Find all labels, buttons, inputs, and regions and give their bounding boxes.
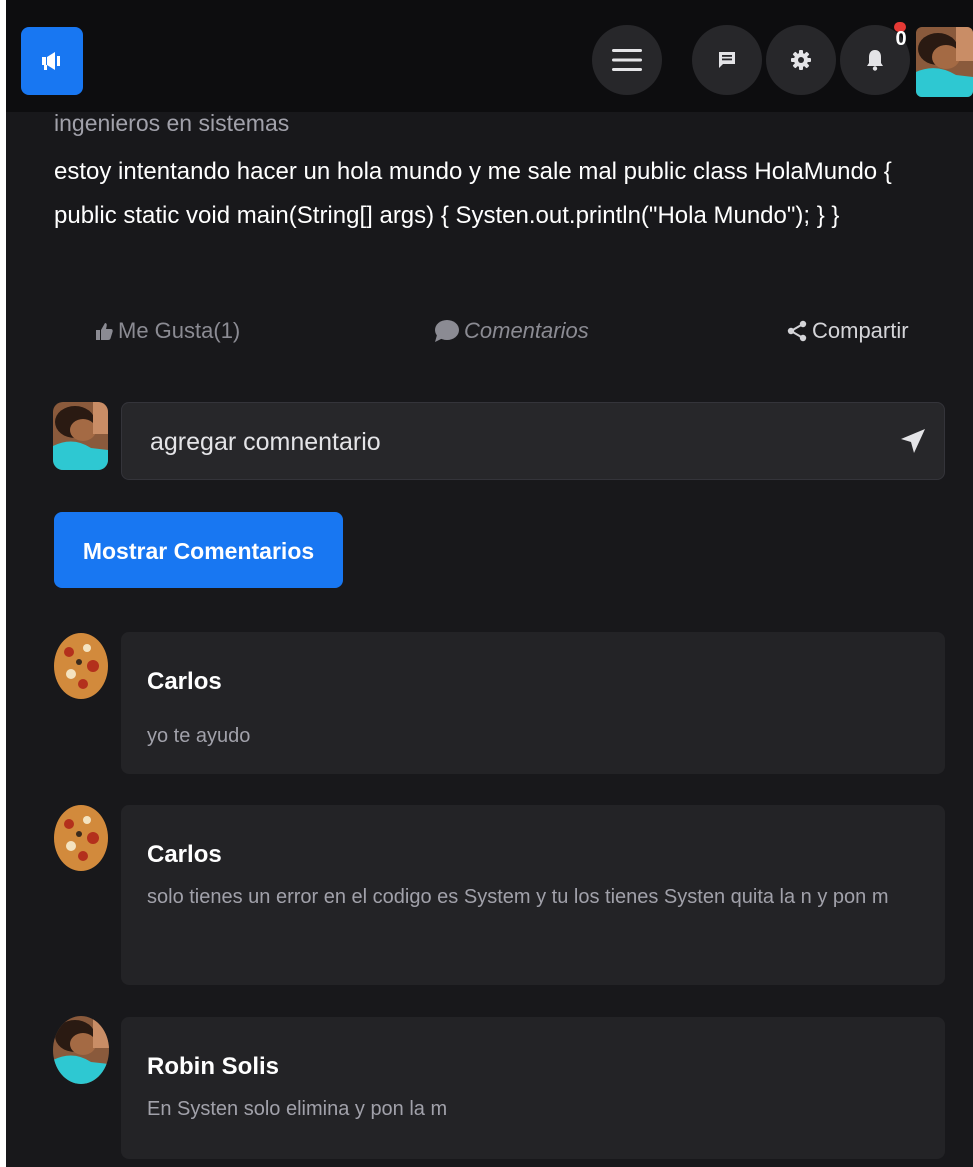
hamburger-icon xyxy=(612,49,642,71)
settings-button[interactable] xyxy=(766,25,836,95)
bell-icon xyxy=(867,50,883,71)
menu-button[interactable] xyxy=(592,25,662,95)
pizza-avatar-icon xyxy=(53,632,109,700)
comments-button[interactable]: Comentarios xyxy=(434,318,589,344)
comment-avatar xyxy=(53,804,109,872)
top-navbar: 0 xyxy=(6,0,973,112)
megaphone-icon xyxy=(42,52,60,70)
post-text: estoy intentando hacer un hola mundo y m… xyxy=(54,158,892,229)
comment-text: solo tienes un error en el codigo es Sys… xyxy=(147,886,889,908)
commenter-avatar xyxy=(53,402,108,470)
like-button[interactable]: Me Gusta(1) xyxy=(94,318,240,344)
share-label: Compartir xyxy=(812,318,909,343)
comment-author: Carlos xyxy=(147,841,222,868)
comments-label: Comentarios xyxy=(464,318,589,343)
pizza-avatar-icon xyxy=(53,804,109,872)
comment-card: Robin Solis En Systen solo elimina y pon… xyxy=(121,1017,945,1159)
comment-card: Carlos yo te ayudo xyxy=(121,632,945,774)
chat-icon xyxy=(719,52,735,68)
like-label: Me Gusta(1) xyxy=(118,318,241,343)
post-category: ingenieros en sistemas xyxy=(54,110,290,136)
share-button[interactable]: Compartir xyxy=(786,318,909,344)
app-logo-button[interactable] xyxy=(21,27,83,95)
comment-input[interactable] xyxy=(148,403,872,481)
app-frame: 0 ingenieros en sistemas estoy intentand… xyxy=(6,0,973,1167)
comment-avatar xyxy=(53,632,109,700)
show-comments-button[interactable]: Mostrar Comentarios xyxy=(54,512,343,588)
notification-count: 0 xyxy=(895,28,907,50)
comment-card: Carlos solo tienes un error en el codigo… xyxy=(121,805,945,985)
thumbs-up-icon xyxy=(96,323,113,340)
avatar-photo-icon xyxy=(53,402,108,470)
send-icon[interactable] xyxy=(899,427,927,455)
gear-icon xyxy=(791,50,811,70)
share-icon xyxy=(787,320,807,342)
comment-input-box xyxy=(121,402,945,481)
avatar-photo-icon xyxy=(916,27,973,97)
comment-author: Carlos xyxy=(147,668,222,695)
avatar-photo-icon xyxy=(53,1016,109,1084)
messages-button[interactable] xyxy=(692,25,762,95)
speech-bubble-icon xyxy=(435,320,459,342)
comment-text: yo te ayudo xyxy=(147,725,251,747)
comment-text: En Systen solo elimina y pon la m xyxy=(147,1098,448,1120)
comment-avatar xyxy=(53,1016,109,1084)
user-avatar[interactable] xyxy=(916,27,973,97)
comment-author: Robin Solis xyxy=(147,1053,279,1080)
